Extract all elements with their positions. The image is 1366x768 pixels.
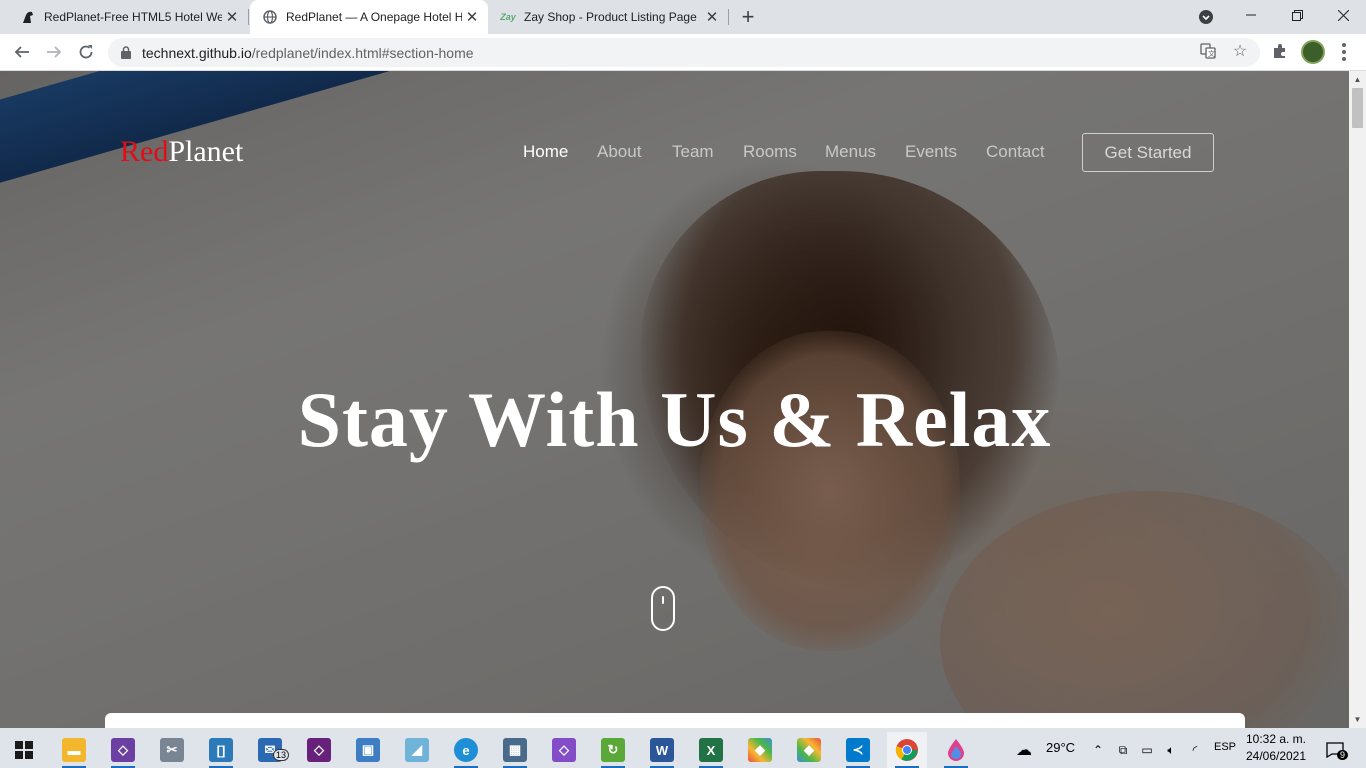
language-indicator[interactable]: ESP: [1214, 741, 1236, 753]
close-icon[interactable]: ✕: [462, 7, 482, 27]
tray-chevron-up-icon[interactable]: ⌃: [1087, 732, 1109, 768]
tab-title: RedPlanet-Free HTML5 Hotel We: [44, 10, 222, 24]
svg-text:文: 文: [1208, 49, 1215, 58]
back-arrow-icon[interactable]: [10, 40, 34, 64]
tab-title: RedPlanet — A Onepage Hotel H: [286, 10, 462, 24]
tab-zay-shop[interactable]: Zay Zay Shop - Product Listing Page ✕: [488, 0, 728, 34]
close-icon[interactable]: ✕: [222, 7, 242, 27]
page-scrollbar[interactable]: ▲ ▼: [1349, 71, 1366, 728]
tab-redplanet-onepage[interactable]: RedPlanet — A Onepage Hotel H ✕: [250, 0, 488, 34]
volume-icon[interactable]: 🔈︎: [1160, 732, 1182, 768]
chrome-icon[interactable]: [887, 732, 927, 768]
tab-title: Zay Shop - Product Listing Page: [524, 10, 697, 24]
scroll-up-arrow-icon[interactable]: ▲: [1349, 71, 1366, 88]
snipping-tool-icon[interactable]: ✂: [152, 732, 192, 768]
scroll-thumb[interactable]: [1352, 88, 1363, 128]
tab-redplanet-free[interactable]: RedPlanet-Free HTML5 Hotel We ✕: [8, 0, 248, 34]
nav-team[interactable]: Team: [672, 142, 714, 162]
nav-home[interactable]: Home: [523, 142, 568, 162]
globe-icon: [262, 9, 278, 25]
tab-separator: [728, 9, 729, 25]
battery-icon[interactable]: ▭: [1136, 732, 1158, 768]
word-icon[interactable]: W: [642, 732, 682, 768]
clock-time: 10:32 a. m.: [1245, 732, 1307, 746]
nav-events[interactable]: Events: [905, 142, 957, 162]
system-clock[interactable]: 10:32 a. m. 24/06/2021: [1240, 731, 1312, 765]
hero-headline: Stay With Us & Relax: [297, 376, 1052, 463]
weather-cloud-icon[interactable]: ☁: [1008, 732, 1040, 768]
tab-separator: [248, 9, 249, 25]
edge-icon[interactable]: e: [446, 732, 486, 768]
blue-app-icon[interactable]: ◢: [397, 732, 437, 768]
url-host: technext.github.io: [142, 44, 252, 61]
get-started-button[interactable]: Get Started: [1082, 133, 1214, 172]
browser-toolbar: technext.github.io/redplanet/index.html#…: [0, 34, 1366, 71]
nav-about[interactable]: About: [597, 142, 641, 162]
reload-icon[interactable]: [74, 40, 98, 64]
visual-studio-icon[interactable]: ◇: [103, 732, 143, 768]
minimize-icon[interactable]: [1228, 0, 1274, 30]
network-icon[interactable]: ◜: [1184, 732, 1206, 768]
vscode-icon[interactable]: ≺: [838, 732, 878, 768]
zay-logo: Zay: [500, 12, 516, 22]
tab-search-icon[interactable]: [1197, 8, 1215, 26]
scroll-down-arrow-icon[interactable]: ▼: [1349, 711, 1366, 728]
nav-rooms[interactable]: Rooms: [743, 142, 797, 162]
windows-taskbar: ▬ ◇ ✂ [] ✉ 13 ◇ ▣ ◢ e ▦ ◇ ↻ W X ◆ ◆ ≺ ☁ …: [0, 728, 1366, 768]
visual-studio-alt-icon[interactable]: ◇: [299, 732, 339, 768]
notepad-plus-icon[interactable]: []: [201, 732, 241, 768]
forward-arrow-icon[interactable]: [42, 40, 66, 64]
notification-badge: 9: [1337, 750, 1349, 760]
nav-menus[interactable]: Menus: [825, 142, 876, 162]
logo-white-part: Planet: [168, 135, 244, 168]
weather-temperature[interactable]: 29°C: [1046, 740, 1075, 755]
start-icon[interactable]: [4, 732, 44, 768]
profile-avatar[interactable]: [1301, 40, 1325, 64]
browser-tab-strip: RedPlanet-Free HTML5 Hotel We ✕ RedPlane…: [0, 0, 1366, 34]
colorful-app-icon[interactable]: ◆: [740, 732, 780, 768]
horse-icon: [20, 9, 36, 25]
notification-center-icon[interactable]: 9: [1320, 732, 1350, 768]
site-logo[interactable]: RedPlanet: [120, 135, 243, 169]
clock-date: 24/06/2021: [1245, 749, 1307, 763]
address-bar[interactable]: technext.github.io/redplanet/index.html#…: [108, 38, 1260, 67]
file-explorer-icon[interactable]: ▬: [54, 732, 94, 768]
server-app-icon[interactable]: ▦: [495, 732, 535, 768]
mail-icon[interactable]: ✉ 13: [250, 732, 290, 768]
lock-icon[interactable]: [120, 46, 132, 60]
mail-badge: 13: [273, 749, 290, 761]
booking-card-top: [105, 713, 1245, 728]
colorful-app-2-icon[interactable]: ◆: [789, 732, 829, 768]
paint-drop-icon[interactable]: [936, 732, 976, 768]
image-viewer-icon[interactable]: ▣: [348, 732, 388, 768]
excel-icon[interactable]: X: [691, 732, 731, 768]
new-tab-button[interactable]: +: [736, 4, 760, 29]
logo-red-part: Red: [120, 135, 169, 168]
translate-icon[interactable]: 文: [1198, 41, 1218, 61]
bookmark-star-icon[interactable]: ☆: [1230, 41, 1250, 61]
browser-menu-icon[interactable]: [1334, 41, 1354, 63]
scroll-down-mouse-icon[interactable]: [651, 586, 675, 631]
url-path: /redplanet/index.html#section-home: [251, 44, 474, 61]
page-viewport: RedPlanet Home About Team Rooms Menus Ev…: [0, 71, 1349, 728]
close-window-icon[interactable]: [1320, 0, 1366, 30]
extensions-puzzle-icon[interactable]: [1270, 41, 1290, 61]
visual-studio-purple-icon[interactable]: ◇: [544, 732, 584, 768]
meet-now-icon[interactable]: ⧉: [1112, 732, 1134, 768]
close-icon[interactable]: ✕: [702, 7, 722, 27]
recycle-app-icon[interactable]: ↻: [593, 732, 633, 768]
restore-icon[interactable]: [1274, 0, 1320, 30]
nav-contact[interactable]: Contact: [986, 142, 1045, 162]
